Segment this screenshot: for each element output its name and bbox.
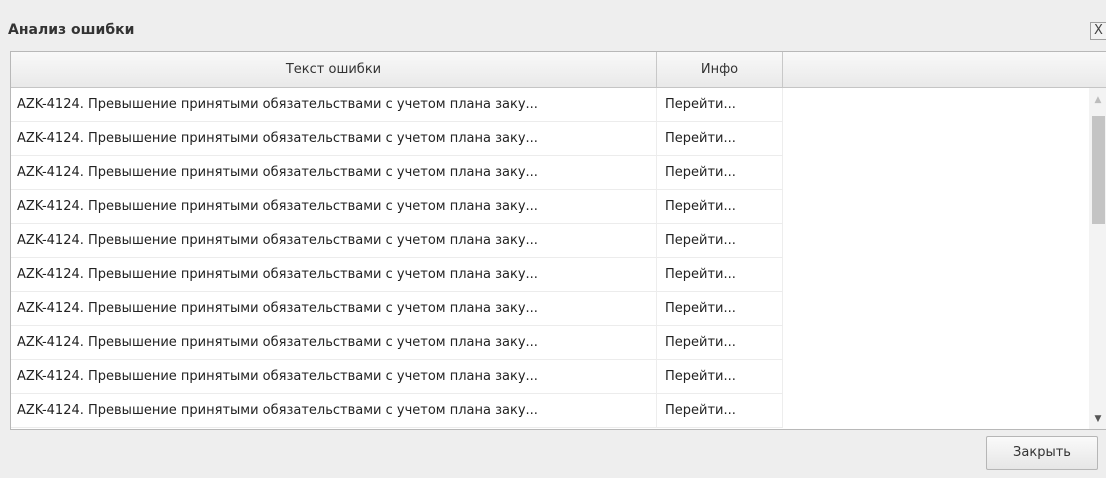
info-link[interactable]: Перейти...: [657, 360, 783, 393]
table-row[interactable]: AZK-4124. Превышение принятыми обязатель…: [11, 190, 783, 224]
info-link[interactable]: Перейти...: [657, 258, 783, 291]
vertical-scrollbar[interactable]: ▲ ▼: [1089, 88, 1106, 429]
table-row[interactable]: AZK-4124. Превышение принятыми обязатель…: [11, 156, 783, 190]
dialog-titlebar: Анализ ошибки X: [0, 16, 1106, 48]
table-row[interactable]: AZK-4124. Превышение принятыми обязатель…: [11, 394, 783, 428]
close-icon[interactable]: X: [1090, 22, 1106, 40]
close-button[interactable]: Закрыть: [986, 436, 1098, 470]
error-text-cell: AZK-4124. Превышение принятыми обязатель…: [11, 326, 657, 359]
error-analysis-dialog: Анализ ошибки X Текст ошибки Инфо AZK-41…: [0, 0, 1106, 478]
info-link[interactable]: Перейти...: [657, 122, 783, 155]
scroll-up-arrow-icon[interactable]: ▲: [1089, 92, 1106, 108]
error-text-cell: AZK-4124. Превышение принятыми обязатель…: [11, 394, 657, 427]
scroll-down-arrow-icon[interactable]: ▼: [1089, 411, 1106, 427]
table-row[interactable]: AZK-4124. Превышение принятыми обязатель…: [11, 292, 783, 326]
table-row[interactable]: AZK-4124. Превышение принятыми обязатель…: [11, 88, 783, 122]
column-header-info[interactable]: Инфо: [657, 52, 783, 87]
column-header-error-text[interactable]: Текст ошибки: [11, 52, 657, 87]
table-row[interactable]: AZK-4124. Превышение принятыми обязатель…: [11, 360, 783, 394]
grid-body: AZK-4124. Превышение принятыми обязатель…: [11, 88, 1089, 429]
table-row[interactable]: AZK-4124. Превышение принятыми обязатель…: [11, 224, 783, 258]
error-text-cell: AZK-4124. Превышение принятыми обязатель…: [11, 224, 657, 257]
error-text-cell: AZK-4124. Превышение принятыми обязатель…: [11, 360, 657, 393]
error-grid: Текст ошибки Инфо AZK-4124. Превышение п…: [10, 51, 1106, 430]
info-link[interactable]: Перейти...: [657, 326, 783, 359]
info-link[interactable]: Перейти...: [657, 190, 783, 223]
info-link[interactable]: Перейти...: [657, 88, 783, 121]
error-text-cell: AZK-4124. Превышение принятыми обязатель…: [11, 88, 657, 121]
info-link[interactable]: Перейти...: [657, 292, 783, 325]
table-row[interactable]: AZK-4124. Превышение принятыми обязатель…: [11, 122, 783, 156]
info-link[interactable]: Перейти...: [657, 156, 783, 189]
table-row[interactable]: AZK-4124. Превышение принятыми обязатель…: [11, 326, 783, 360]
error-text-cell: AZK-4124. Превышение принятыми обязатель…: [11, 122, 657, 155]
grid-header: Текст ошибки Инфо: [11, 52, 1106, 88]
dialog-title: Анализ ошибки: [8, 22, 135, 38]
error-text-cell: AZK-4124. Превышение принятыми обязатель…: [11, 190, 657, 223]
error-text-cell: AZK-4124. Превышение принятыми обязатель…: [11, 258, 657, 291]
info-link[interactable]: Перейти...: [657, 394, 783, 427]
error-text-cell: AZK-4124. Превышение принятыми обязатель…: [11, 292, 657, 325]
info-link[interactable]: Перейти...: [657, 224, 783, 257]
scrollbar-thumb[interactable]: [1092, 116, 1105, 224]
table-row[interactable]: AZK-4124. Превышение принятыми обязатель…: [11, 258, 783, 292]
error-text-cell: AZK-4124. Превышение принятыми обязатель…: [11, 156, 657, 189]
